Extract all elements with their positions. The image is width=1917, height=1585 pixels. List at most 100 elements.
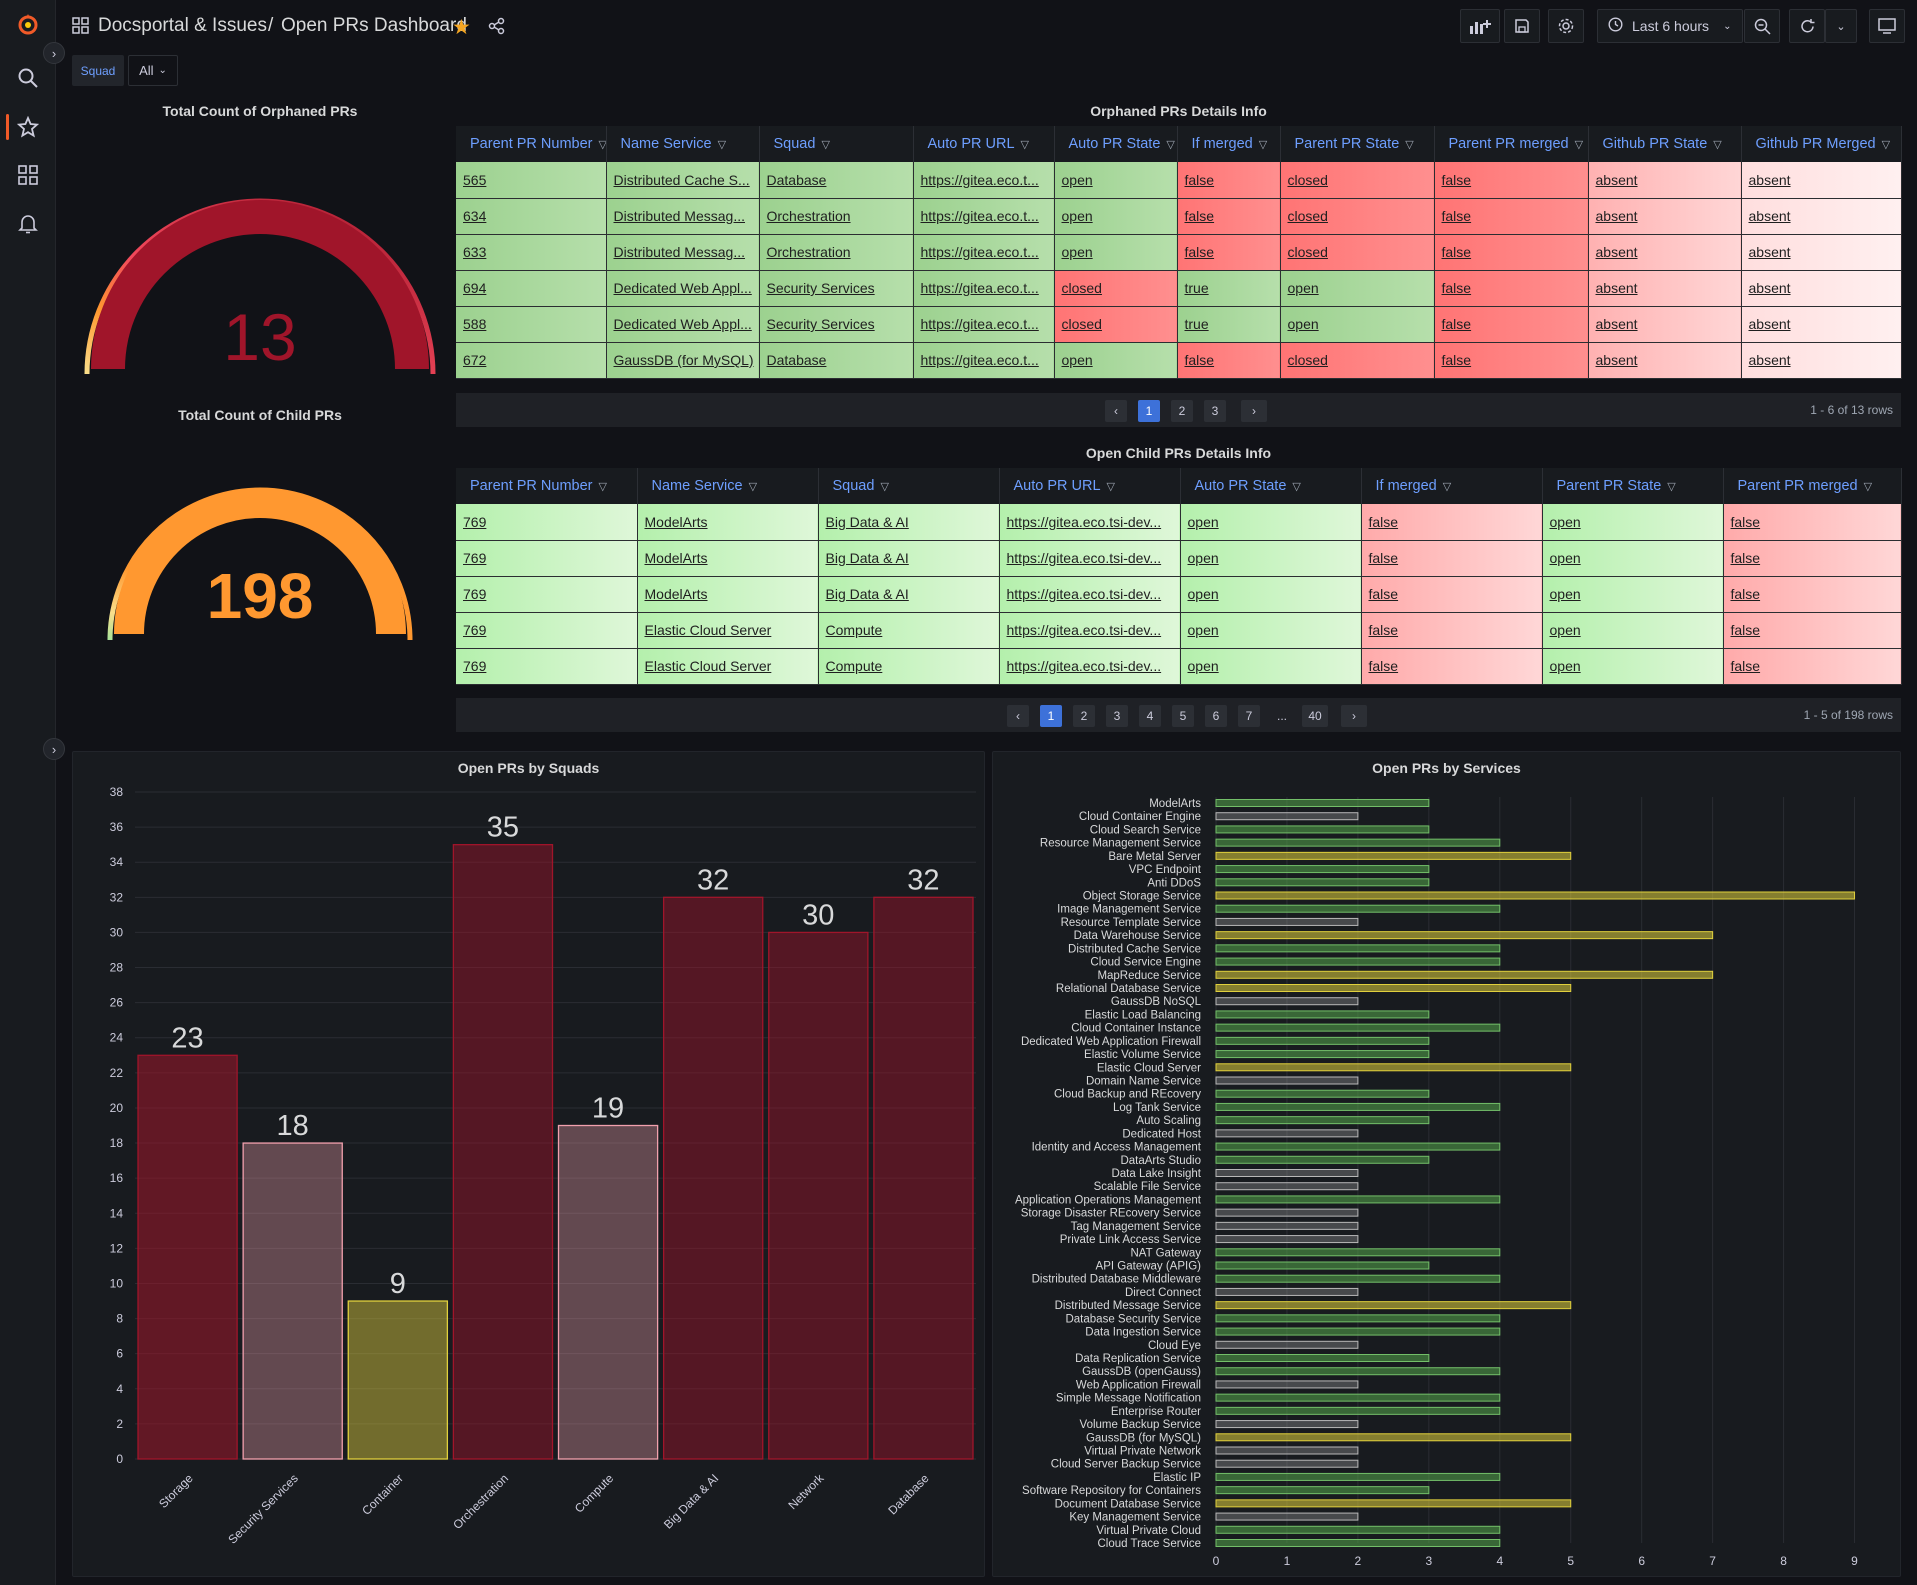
share-icon[interactable] [488, 17, 506, 40]
column-header-name-service[interactable]: Name Service ▽ [637, 468, 819, 504]
add-panel-button[interactable] [1460, 9, 1500, 43]
column-header-squad[interactable]: Squad ▽ [818, 468, 1000, 504]
cell-parent-pr-merged[interactable]: false [1434, 234, 1589, 271]
page-button[interactable]: 7 [1238, 705, 1260, 727]
cell-auto-pr-state[interactable]: open [1180, 612, 1362, 649]
cell-parent-pr-state[interactable]: open [1542, 612, 1724, 649]
column-header-auto-pr-url[interactable]: Auto PR URL ▽ [999, 468, 1181, 504]
cell-if-merged[interactable]: false [1177, 342, 1281, 379]
cell-name-service[interactable]: Distributed Messag... [606, 234, 760, 271]
filter-icon[interactable]: ▽ [1443, 480, 1451, 493]
page-button[interactable]: 1 [1040, 705, 1062, 727]
cell-parent-pr-merged[interactable]: false [1434, 162, 1589, 199]
filter-icon[interactable]: ▽ [749, 480, 757, 493]
previous-page-icon[interactable]: ‹ [1105, 400, 1127, 422]
cell-parent-pr-state[interactable]: closed [1280, 234, 1435, 271]
cell-name-service[interactable]: Distributed Cache S... [606, 162, 760, 199]
cell-auto-pr-url[interactable]: https://gitea.eco.t... [913, 162, 1055, 199]
page-button[interactable]: 2 [1073, 705, 1095, 727]
dashboards-icon[interactable] [14, 161, 42, 189]
dashboard-title[interactable]: Open PRs Dashboard [281, 15, 467, 37]
cell-squad[interactable]: Security Services [759, 270, 914, 307]
next-page-icon[interactable]: › [1341, 705, 1367, 727]
cell-github-pr-state[interactable]: absent [1588, 162, 1742, 199]
cell-parent-pr-merged[interactable]: false [1434, 306, 1589, 343]
cell-parent-pr-number[interactable]: 588 [456, 306, 607, 343]
cell-auto-pr-state[interactable]: open [1054, 162, 1178, 199]
cell-parent-pr-merged[interactable]: false [1434, 342, 1589, 379]
cell-parent-pr-merged[interactable]: false [1723, 540, 1902, 577]
cell-parent-pr-number[interactable]: 769 [456, 648, 638, 685]
cell-squad[interactable]: Compute [818, 612, 1000, 649]
cell-if-merged[interactable]: false [1361, 576, 1543, 613]
cell-name-service[interactable]: ModelArts [637, 504, 819, 541]
filter-icon[interactable]: ▽ [821, 138, 829, 151]
cell-auto-pr-state[interactable]: open [1054, 342, 1178, 379]
cell-parent-pr-state[interactable]: open [1542, 540, 1724, 577]
cell-parent-pr-state[interactable]: open [1280, 306, 1435, 343]
cell-auto-pr-state[interactable]: closed [1054, 270, 1178, 307]
page-button[interactable]: 5 [1172, 705, 1194, 727]
page-button[interactable]: 4 [1139, 705, 1161, 727]
cell-auto-pr-state[interactable]: open [1180, 540, 1362, 577]
filter-icon[interactable]: ▽ [1166, 138, 1174, 151]
filter-icon[interactable]: ▽ [599, 138, 606, 151]
cell-parent-pr-state[interactable]: open [1542, 576, 1724, 613]
column-header-auto-pr-url[interactable]: Auto PR URL ▽ [913, 126, 1055, 162]
cell-github-pr-state[interactable]: absent [1588, 234, 1742, 271]
page-button[interactable]: 1 [1138, 400, 1160, 422]
cell-if-merged[interactable]: false [1177, 198, 1281, 235]
cell-if-merged[interactable]: true [1177, 270, 1281, 307]
tv-mode-icon[interactable] [1869, 9, 1905, 43]
cell-if-merged[interactable]: false [1361, 504, 1543, 541]
cell-name-service[interactable]: Elastic Cloud Server [637, 648, 819, 685]
cell-squad[interactable]: Security Services [759, 306, 914, 343]
search-icon[interactable] [14, 64, 42, 92]
filter-icon[interactable]: ▽ [599, 480, 607, 493]
cell-parent-pr-number[interactable]: 769 [456, 504, 638, 541]
page-button[interactable]: 6 [1205, 705, 1227, 727]
column-header-parent-pr-state[interactable]: Parent PR State ▽ [1280, 126, 1435, 162]
filter-icon[interactable]: ▽ [1107, 480, 1115, 493]
cell-auto-pr-url[interactable]: https://gitea.eco.tsi-dev... [999, 504, 1181, 541]
filter-icon[interactable]: ▽ [718, 138, 726, 151]
column-header-parent-pr-merged[interactable]: Parent PR merged ▽ [1723, 468, 1902, 504]
cell-auto-pr-url[interactable]: https://gitea.eco.tsi-dev... [999, 648, 1181, 685]
column-header-github-pr-merged[interactable]: Github PR Merged ▽ [1741, 126, 1902, 162]
column-header-parent-pr-merged[interactable]: Parent PR merged ▽ [1434, 126, 1589, 162]
save-dashboard-button[interactable] [1504, 9, 1540, 43]
cell-name-service[interactable]: Dedicated Web Appl... [606, 306, 760, 343]
cell-if-merged[interactable]: false [1361, 540, 1543, 577]
grafana-logo-icon[interactable] [14, 10, 42, 38]
cell-github-pr-merged[interactable]: absent [1741, 234, 1902, 271]
page-button[interactable]: 3 [1106, 705, 1128, 727]
cell-name-service[interactable]: GaussDB (for MySQL) [606, 342, 760, 379]
favorite-star-icon[interactable]: ★ [452, 15, 471, 40]
page-button[interactable]: 2 [1171, 400, 1193, 422]
cell-parent-pr-state[interactable]: open [1542, 648, 1724, 685]
cell-name-service[interactable]: Dedicated Web Appl... [606, 270, 760, 307]
cell-squad[interactable]: Big Data & AI [818, 576, 1000, 613]
column-header-auto-pr-state[interactable]: Auto PR State ▽ [1180, 468, 1362, 504]
row-expand-icon[interactable]: › [43, 738, 65, 760]
column-header-parent-pr-number[interactable]: Parent PR Number ▽ [456, 126, 607, 162]
cell-parent-pr-merged[interactable]: false [1434, 198, 1589, 235]
cell-auto-pr-url[interactable]: https://gitea.eco.tsi-dev... [999, 576, 1181, 613]
previous-page-icon[interactable]: ‹ [1007, 705, 1029, 727]
cell-if-merged[interactable]: false [1177, 234, 1281, 271]
cell-auto-pr-url[interactable]: https://gitea.eco.t... [913, 234, 1055, 271]
cell-parent-pr-merged[interactable]: false [1723, 648, 1902, 685]
cell-parent-pr-state[interactable]: open [1542, 504, 1724, 541]
cell-parent-pr-number[interactable]: 694 [456, 270, 607, 307]
page-button[interactable]: 3 [1204, 400, 1226, 422]
cell-github-pr-state[interactable]: absent [1588, 270, 1742, 307]
cell-auto-pr-state[interactable]: open [1054, 234, 1178, 271]
column-header-name-service[interactable]: Name Service ▽ [606, 126, 760, 162]
cell-parent-pr-state[interactable]: closed [1280, 342, 1435, 379]
filter-icon[interactable]: ▽ [1292, 480, 1300, 493]
cell-parent-pr-merged[interactable]: false [1723, 612, 1902, 649]
cell-auto-pr-url[interactable]: https://gitea.eco.t... [913, 198, 1055, 235]
starred-icon[interactable] [14, 113, 42, 141]
cell-auto-pr-url[interactable]: https://gitea.eco.t... [913, 306, 1055, 343]
cell-parent-pr-number[interactable]: 769 [456, 576, 638, 613]
